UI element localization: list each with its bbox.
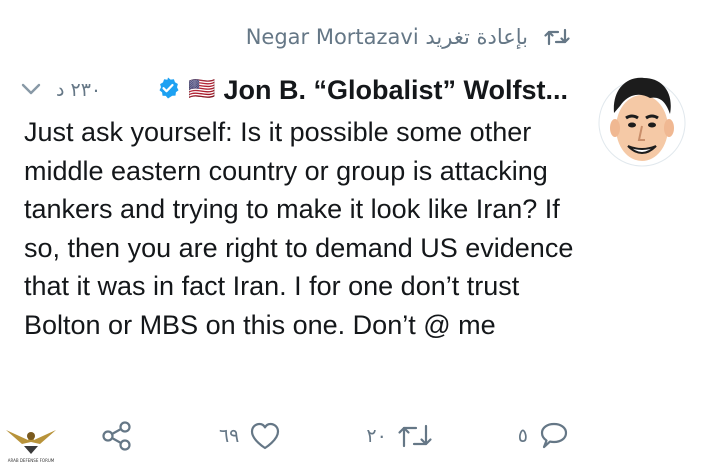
retweet-button[interactable]: ٢٠ <box>366 421 432 451</box>
author-name[interactable]: Jon B. “Globalist” Wolfst... <box>223 75 568 106</box>
share-icon <box>102 421 131 451</box>
like-button[interactable]: ٦٩ <box>219 421 281 451</box>
retweet-context: Negar Mortazavi بإعادة تغريد <box>170 22 570 52</box>
tweet-actions: ٦٩ ٢٠ ٥ <box>100 416 570 456</box>
reply-icon <box>540 422 568 449</box>
retweet-context-text[interactable]: Negar Mortazavi بإعادة تغريد <box>246 25 528 49</box>
retweet-count: ٢٠ <box>366 425 387 447</box>
tweet-header: ٢٣٠ د 🇺🇸 Jon B. “Globalist” Wolfst... <box>20 70 568 110</box>
author-block[interactable]: 🇺🇸 Jon B. “Globalist” Wolfst... <box>156 75 568 106</box>
verified-badge-icon <box>156 76 180 104</box>
tweet-time[interactable]: ٢٣٠ د <box>56 79 101 101</box>
watermark-logo: ARAB DEFENSE FORUM <box>2 418 60 472</box>
tweet-text: Just ask yourself: Is it possible some o… <box>24 117 574 340</box>
retweet-action-icon <box>398 424 432 448</box>
heart-icon <box>251 422 280 450</box>
watermark-label: ARAB DEFENSE FORUM <box>7 458 55 463</box>
like-count: ٦٩ <box>218 425 240 447</box>
tweet-meta: ٢٣٠ د <box>20 79 101 101</box>
us-flag-icon: 🇺🇸 <box>188 77 216 102</box>
eagle-logo-icon <box>6 430 56 454</box>
cartoon-face-avatar <box>598 77 686 167</box>
reply-count: ٥ <box>517 425 528 447</box>
retweet-icon <box>544 27 570 47</box>
chevron-down-icon[interactable] <box>20 79 42 101</box>
avatar[interactable] <box>598 68 686 178</box>
reply-button[interactable]: ٥ <box>518 421 570 451</box>
share-button[interactable] <box>100 421 134 451</box>
